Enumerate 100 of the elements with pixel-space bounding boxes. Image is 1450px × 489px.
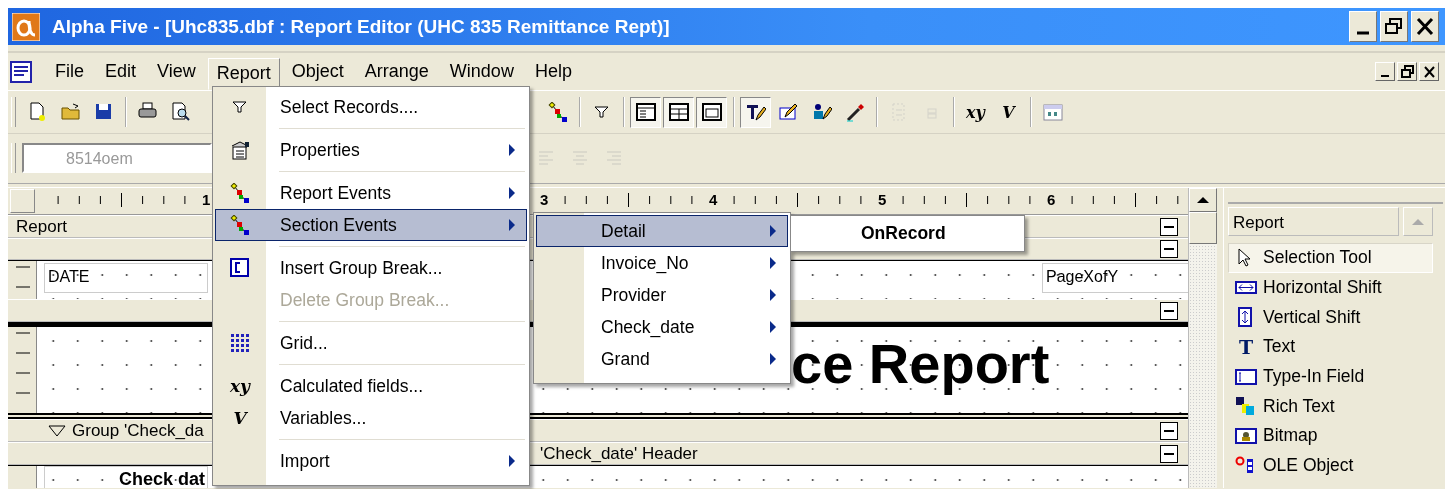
submenu-arrow-icon	[508, 186, 516, 200]
colored-blocks-icon	[1235, 396, 1257, 417]
clipboard-icon	[230, 140, 250, 160]
magnifier-icon	[170, 102, 191, 122]
pencil-icon	[745, 102, 766, 122]
menu-item[interactable]: Help	[525, 56, 581, 87]
tool-item[interactable]: Rich Text	[1228, 391, 1433, 422]
toolbar-button[interactable]: xy	[960, 96, 991, 128]
menu-item[interactable]: Edit	[96, 56, 146, 87]
tool-item[interactable]: Horizontal Shift	[1228, 272, 1433, 303]
menu-item[interactable]: Grand	[536, 343, 788, 375]
menu-item[interactable]: xy Calculated fields...	[215, 370, 527, 402]
layout-icon	[635, 102, 656, 122]
collapse-icon[interactable]	[1160, 240, 1178, 258]
collapse-icon[interactable]	[1160, 217, 1178, 236]
tool-label: Text	[1263, 336, 1296, 358]
tool-label: Selection Tool	[1263, 247, 1372, 269]
toolbar-button[interactable]: V	[993, 96, 1024, 128]
grid-layout-icon	[668, 102, 689, 122]
tool-label: Horizontal Shift	[1263, 277, 1382, 299]
menu-item[interactable]: Properties	[215, 134, 527, 166]
band-label: Group 'Check_da	[72, 420, 204, 441]
category-dropdown[interactable]: Report	[1228, 207, 1399, 236]
collapse-icon[interactable]	[1160, 444, 1178, 463]
submenu-arrow-icon	[769, 288, 777, 302]
minimize-button[interactable]	[1349, 11, 1377, 42]
minimize-icon	[1357, 30, 1369, 35]
grid-icon	[230, 333, 250, 353]
tool-label: Bitmap	[1263, 425, 1318, 447]
app-icon	[12, 12, 40, 41]
menu-item[interactable]: Invoice_No	[536, 247, 788, 279]
dropper-icon	[844, 102, 865, 122]
menu-item[interactable]: Window	[440, 56, 523, 87]
minimize-button[interactable]	[1375, 62, 1395, 81]
tool-item[interactable]: T Text	[1228, 332, 1433, 362]
report-field: Check dat	[44, 466, 208, 488]
close-button[interactable]	[1411, 11, 1439, 42]
band-label: Report	[16, 216, 68, 237]
submenu-arrow-icon	[508, 218, 516, 232]
submenu-arrow-icon	[508, 143, 516, 157]
submenu-arrow-icon	[769, 320, 777, 334]
toolbar-button[interactable]	[663, 96, 694, 128]
menu-item[interactable]: Check_date	[536, 311, 788, 343]
band-label: 'Check_date' Header	[540, 443, 698, 464]
person-icon	[811, 102, 832, 122]
scroll-thumb[interactable]	[1189, 212, 1217, 244]
bracket-icon	[230, 258, 250, 278]
scroll-up-button[interactable]	[1189, 188, 1217, 212]
ruler-corner	[10, 189, 35, 213]
calendar-icon	[1042, 102, 1063, 122]
nodes-icon	[230, 183, 250, 203]
page-icon	[27, 102, 48, 122]
submenu-arrow-icon	[508, 454, 516, 468]
image-icon	[1235, 425, 1257, 446]
close-button[interactable]	[1419, 62, 1439, 81]
window-layout-icon	[701, 102, 722, 122]
pencil-box-icon	[778, 102, 799, 122]
menu-glyph: V	[233, 408, 247, 428]
submenu-arrow-icon	[769, 256, 777, 270]
menu-item[interactable]: Arrange	[355, 56, 438, 87]
tool-label: Vertical Shift	[1263, 306, 1361, 328]
menu-item[interactable]: Insert Group Break...	[215, 252, 527, 284]
menu-item[interactable]: Provider	[536, 279, 788, 311]
menu-item[interactable]: Detail	[536, 215, 788, 247]
menu-item[interactable]: Report Events	[215, 177, 527, 209]
toolbar-button[interactable]	[696, 96, 727, 128]
toolbar-grip	[11, 97, 16, 127]
restore-button[interactable]	[1397, 62, 1417, 81]
caret-up-icon	[1411, 217, 1425, 226]
collapse-icon[interactable]	[1160, 421, 1178, 440]
tool-label: Type-In Field	[1263, 366, 1365, 388]
submenu-arrow-icon	[769, 352, 777, 366]
caret-up-icon	[1196, 196, 1210, 204]
toolbar-button[interactable]	[630, 96, 661, 128]
tool-item[interactable]: Vertical Shift	[1228, 302, 1433, 333]
tool-item[interactable]: Selection Tool	[1228, 243, 1433, 273]
report-field: PageXofY	[1042, 263, 1188, 293]
toolbar-grip	[11, 142, 16, 173]
menu-item[interactable]: Section Events	[215, 209, 527, 241]
restore-button[interactable]	[1380, 11, 1408, 42]
menu-item[interactable]: Import	[215, 445, 527, 477]
menu-item[interactable]: Report	[207, 57, 280, 90]
tool-item[interactable]: Type-In Field	[1228, 361, 1433, 392]
menu-glyph: xy	[230, 376, 250, 396]
tool-item[interactable]: Bitmap	[1228, 421, 1433, 451]
menu-item[interactable]: File	[46, 56, 93, 87]
collapse-icon[interactable]	[1160, 301, 1178, 320]
menu-item[interactable]: V Variables...	[215, 402, 527, 434]
menu-item[interactable]: OnRecord	[793, 218, 1022, 249]
restore-icon	[1398, 63, 1416, 80]
tool-item[interactable]: OLE Object	[1228, 450, 1433, 481]
report-title: ce Report	[791, 333, 1050, 395]
menu-item[interactable]: Select Records....	[215, 91, 527, 123]
folder-icon	[60, 102, 81, 122]
menu-item[interactable]: Object	[282, 56, 353, 87]
field-icon	[1235, 366, 1257, 387]
menu-item[interactable]: Grid...	[215, 327, 527, 359]
menu-item[interactable]: View	[148, 56, 205, 87]
report-field: DATE	[44, 263, 208, 293]
toolbar-button[interactable]	[740, 96, 771, 128]
